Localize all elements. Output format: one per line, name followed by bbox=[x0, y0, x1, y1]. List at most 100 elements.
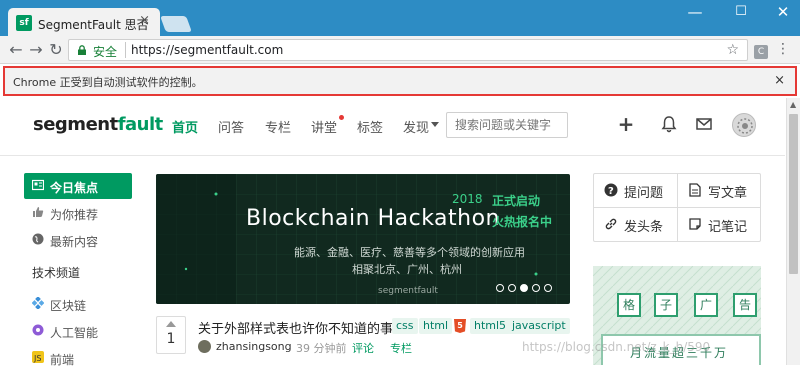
window-close-button[interactable]: ✕ bbox=[768, 0, 798, 24]
banner-subtitle: 能源、金融、医疗、慈善等多个领域的创新应用 bbox=[294, 246, 525, 259]
author-avatar[interactable] bbox=[198, 340, 211, 353]
ad-char: 广 bbox=[694, 293, 718, 317]
document-icon bbox=[689, 183, 701, 197]
banner-tag-start: 正式启动 bbox=[492, 194, 541, 208]
globe-icon bbox=[32, 233, 44, 245]
secure-label: 安全 bbox=[93, 45, 118, 59]
vote-box[interactable]: 1 bbox=[156, 316, 186, 354]
tag-html5[interactable]: html5 bbox=[470, 318, 511, 334]
banner-brand: segmentfault bbox=[378, 286, 438, 296]
nav-columns[interactable]: 专栏 bbox=[265, 117, 291, 136]
take-note-button[interactable]: 记笔记 bbox=[678, 208, 760, 241]
user-avatar[interactable] bbox=[732, 113, 756, 137]
bookmark-star-icon[interactable]: ☆ bbox=[726, 42, 739, 58]
maximize-button[interactable]: ☐ bbox=[726, 0, 756, 24]
reload-icon[interactable]: ↻ bbox=[46, 40, 66, 60]
news-icon bbox=[32, 179, 44, 191]
post-headline-button[interactable]: 发头条 bbox=[594, 208, 676, 241]
tag-html[interactable]: html bbox=[419, 318, 453, 334]
blockchain-icon bbox=[32, 297, 44, 309]
notification-dot bbox=[339, 115, 344, 120]
svg-text:?: ? bbox=[608, 186, 614, 197]
banner-tag-registration: 火热报名中 bbox=[492, 215, 553, 229]
logo-suffix: fault bbox=[117, 114, 164, 135]
sidebar-item-label: 为你推荐 bbox=[50, 208, 99, 222]
browser-toolbar: ← → ↻ 安全 https://segmentfault.com ☆ C ⋮ bbox=[0, 36, 800, 64]
action-label: 写文章 bbox=[708, 186, 748, 201]
logo-prefix: segment bbox=[33, 114, 118, 135]
new-tab-button[interactable] bbox=[160, 16, 192, 32]
write-article-button[interactable]: 写文章 bbox=[678, 174, 760, 207]
bell-icon[interactable] bbox=[659, 114, 679, 134]
segmentfault-favicon-icon: sf bbox=[16, 15, 32, 31]
banner-year: 2018 bbox=[452, 192, 483, 206]
url-text[interactable]: https://segmentfault.com bbox=[131, 43, 283, 57]
site-logo[interactable]: segmentfault bbox=[33, 114, 163, 135]
tab-close-icon[interactable]: × bbox=[139, 14, 150, 28]
forward-arrow-icon[interactable]: → bbox=[26, 40, 46, 60]
sidebar-item-latest[interactable]: 最新内容 bbox=[24, 227, 132, 253]
tag-javascript[interactable]: javascript bbox=[508, 318, 570, 334]
link-icon bbox=[605, 218, 617, 230]
sidebar-item-ai[interactable]: 人工智能 bbox=[24, 318, 132, 344]
note-icon bbox=[689, 218, 701, 230]
frontend-icon: JS bbox=[32, 351, 44, 363]
nav-questions[interactable]: 问答 bbox=[218, 117, 244, 136]
plus-icon[interactable]: + bbox=[616, 114, 636, 134]
hackathon-banner[interactable]: Blockchain Hackathon 2018 正式启动 火热报名中 能源、… bbox=[156, 174, 570, 304]
sidebar-item-recommended[interactable]: 为你推荐 bbox=[24, 200, 132, 226]
back-arrow-icon[interactable]: ← bbox=[6, 40, 26, 60]
tag-css[interactable]: css bbox=[392, 318, 418, 334]
ai-icon bbox=[32, 324, 44, 336]
html5-icon: 5 bbox=[454, 319, 466, 333]
nav-discover[interactable]: 发现 bbox=[403, 117, 429, 136]
chevron-down-icon[interactable] bbox=[431, 122, 439, 127]
carousel-dot[interactable] bbox=[496, 284, 504, 292]
site-header: segmentfault 首页 问答 专栏 讲堂 标签 发现 + bbox=[0, 98, 785, 156]
watermark: https://blog.csdn.net/z_k_h/590 bbox=[522, 340, 711, 354]
vote-count: 1 bbox=[166, 331, 176, 347]
mail-icon[interactable] bbox=[694, 114, 714, 134]
carousel-dot[interactable] bbox=[508, 284, 516, 292]
browser-menu-icon[interactable]: ⋮ bbox=[776, 42, 790, 56]
search-input[interactable] bbox=[446, 112, 568, 138]
automation-infobar: Chrome 正受到自动测试软件的控制。 × bbox=[3, 66, 797, 96]
svg-text:JS: JS bbox=[33, 354, 41, 363]
address-bar[interactable]: 安全 https://segmentfault.com ☆ bbox=[68, 39, 748, 61]
url-divider bbox=[125, 42, 126, 58]
page-scrollbar[interactable]: ▲ bbox=[786, 98, 800, 365]
scroll-thumb[interactable] bbox=[789, 114, 798, 274]
sidebar-item-label: 最新内容 bbox=[50, 235, 99, 249]
browser-tab[interactable]: sf SegmentFault 思否 × bbox=[8, 8, 160, 36]
sidebar-item-label: 区块链 bbox=[50, 299, 87, 313]
upvote-arrow-icon[interactable] bbox=[166, 321, 176, 327]
extension-icon[interactable]: C bbox=[754, 45, 768, 59]
question-icon: ? bbox=[604, 183, 618, 197]
nav-lectures[interactable]: 讲堂 bbox=[311, 117, 337, 136]
tech-channels-heading: 技术频道 bbox=[32, 266, 81, 280]
minimize-button[interactable]: — bbox=[680, 0, 710, 24]
sidebar-item-frontend[interactable]: JS 前端 bbox=[24, 345, 132, 371]
ask-question-button[interactable]: ? 提问题 bbox=[594, 174, 676, 207]
banner-title: Blockchain Hackathon bbox=[246, 206, 500, 231]
action-label: 提问题 bbox=[624, 186, 664, 201]
sidebar-item-label: 今日焦点 bbox=[50, 181, 99, 195]
nav-home[interactable]: 首页 bbox=[172, 117, 198, 136]
column-link[interactable]: 专栏 bbox=[390, 340, 412, 356]
nav-tags[interactable]: 标签 bbox=[357, 117, 383, 136]
carousel-dot-active[interactable] bbox=[520, 284, 528, 292]
question-title[interactable]: 关于外部样式表也许你不知道的事 bbox=[198, 318, 393, 337]
comments-link[interactable]: 评论 bbox=[352, 340, 374, 356]
action-label: 记笔记 bbox=[708, 220, 748, 235]
sidebar-item-label: 人工智能 bbox=[50, 326, 99, 340]
sidebar-item-blockchain[interactable]: 区块链 bbox=[24, 291, 132, 317]
sidebar-item-today-focus[interactable]: 今日焦点 bbox=[24, 173, 132, 199]
infobar-message: Chrome 正受到自动测试软件的控制。 bbox=[13, 76, 203, 89]
author-name[interactable]: zhansingsong bbox=[216, 340, 292, 353]
infobar-close-icon[interactable]: × bbox=[774, 73, 785, 88]
carousel-dot[interactable] bbox=[532, 284, 540, 292]
carousel-dot[interactable] bbox=[544, 284, 552, 292]
sidebar-item-label: 前端 bbox=[50, 353, 75, 367]
scroll-up-arrow-icon[interactable]: ▲ bbox=[790, 100, 796, 109]
browser-titlebar: sf SegmentFault 思否 × — ☐ ✕ bbox=[0, 0, 800, 36]
